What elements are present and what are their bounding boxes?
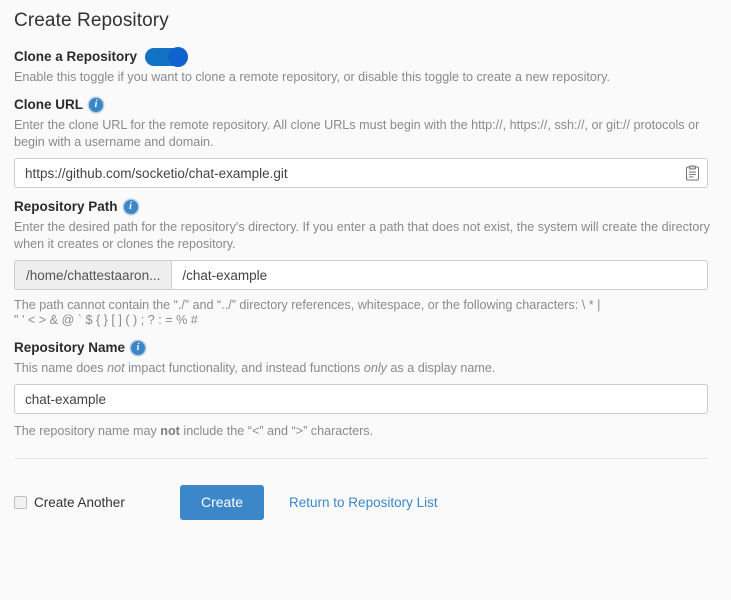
form-footer: Create Another Create Return to Reposito… xyxy=(14,485,717,520)
repository-name-note: The repository name may not include the … xyxy=(14,423,714,440)
page-title: Create Repository xyxy=(14,10,169,31)
repository-path-input-group: /home/chattestaaron... xyxy=(14,260,708,290)
create-button[interactable]: Create xyxy=(180,485,265,520)
repository-name-label-row: Repository Name i xyxy=(14,339,717,357)
clone-repository-field: Clone a Repository Enable this toggle if… xyxy=(14,47,717,86)
repository-path-input[interactable] xyxy=(171,260,708,290)
clipboard-paste-icon[interactable] xyxy=(686,165,699,181)
repository-name-note-bold: not xyxy=(160,424,180,438)
info-icon[interactable]: i xyxy=(123,200,138,214)
repository-path-label-row: Repository Path i xyxy=(14,198,717,216)
return-to-repository-list-link[interactable]: Return to Repository List xyxy=(289,495,438,510)
clone-repository-help: Enable this toggle if you want to clone … xyxy=(14,70,610,84)
repository-path-prefix: /home/chattestaaron... xyxy=(14,260,172,290)
info-icon[interactable]: i xyxy=(89,98,103,112)
repository-name-help-mid: impact functionality, and instead functi… xyxy=(124,361,364,375)
repository-name-field: Repository Name i This name does not imp… xyxy=(14,339,717,440)
repository-name-help: This name does not impact functionality,… xyxy=(14,360,714,377)
clone-url-input-wrap xyxy=(14,158,708,188)
clone-url-input[interactable] xyxy=(14,158,708,188)
create-another-checkbox[interactable] xyxy=(14,496,27,509)
repository-name-note-prefix: The repository name may xyxy=(14,424,161,438)
create-another-checkbox-wrap[interactable]: Create Another xyxy=(14,495,180,510)
create-another-label: Create Another xyxy=(34,495,125,510)
clone-url-label-row: Clone URL i xyxy=(14,96,717,114)
toggle-knob xyxy=(168,47,189,67)
clone-repository-label-row: Clone a Repository xyxy=(14,47,717,67)
clone-url-label: Clone URL xyxy=(14,97,83,112)
repository-name-help-suffix: as a display name. xyxy=(386,361,496,375)
clone-repository-label: Clone a Repository xyxy=(14,49,138,64)
clone-url-help: Enter the clone URL for the remote repos… xyxy=(14,118,700,149)
repository-name-label: Repository Name xyxy=(14,340,126,355)
footer-divider xyxy=(14,458,708,459)
clone-url-field: Clone URL i Enter the clone URL for the … xyxy=(14,96,717,188)
clone-repository-toggle[interactable] xyxy=(145,47,189,67)
create-repository-page: Create Repository Clone a Repository Ena… xyxy=(0,0,731,600)
repository-path-field: Repository Path i Enter the desired path… xyxy=(14,198,717,329)
repository-name-input[interactable] xyxy=(14,384,708,414)
repository-name-help-em1: not xyxy=(107,361,125,375)
repository-name-note-suffix: include the “<” and “>” characters. xyxy=(179,424,374,438)
repository-name-help-em2: only xyxy=(363,361,387,375)
repository-path-label: Repository Path xyxy=(14,199,118,214)
repository-path-help: Enter the desired path for the repositor… xyxy=(14,220,710,251)
repository-name-help-prefix: This name does xyxy=(14,361,108,375)
info-icon[interactable]: i xyxy=(131,341,146,355)
repository-path-note-line2: " ' < > & @ ` $ { } [ ] ( ) ; ? : = % # xyxy=(14,313,198,327)
